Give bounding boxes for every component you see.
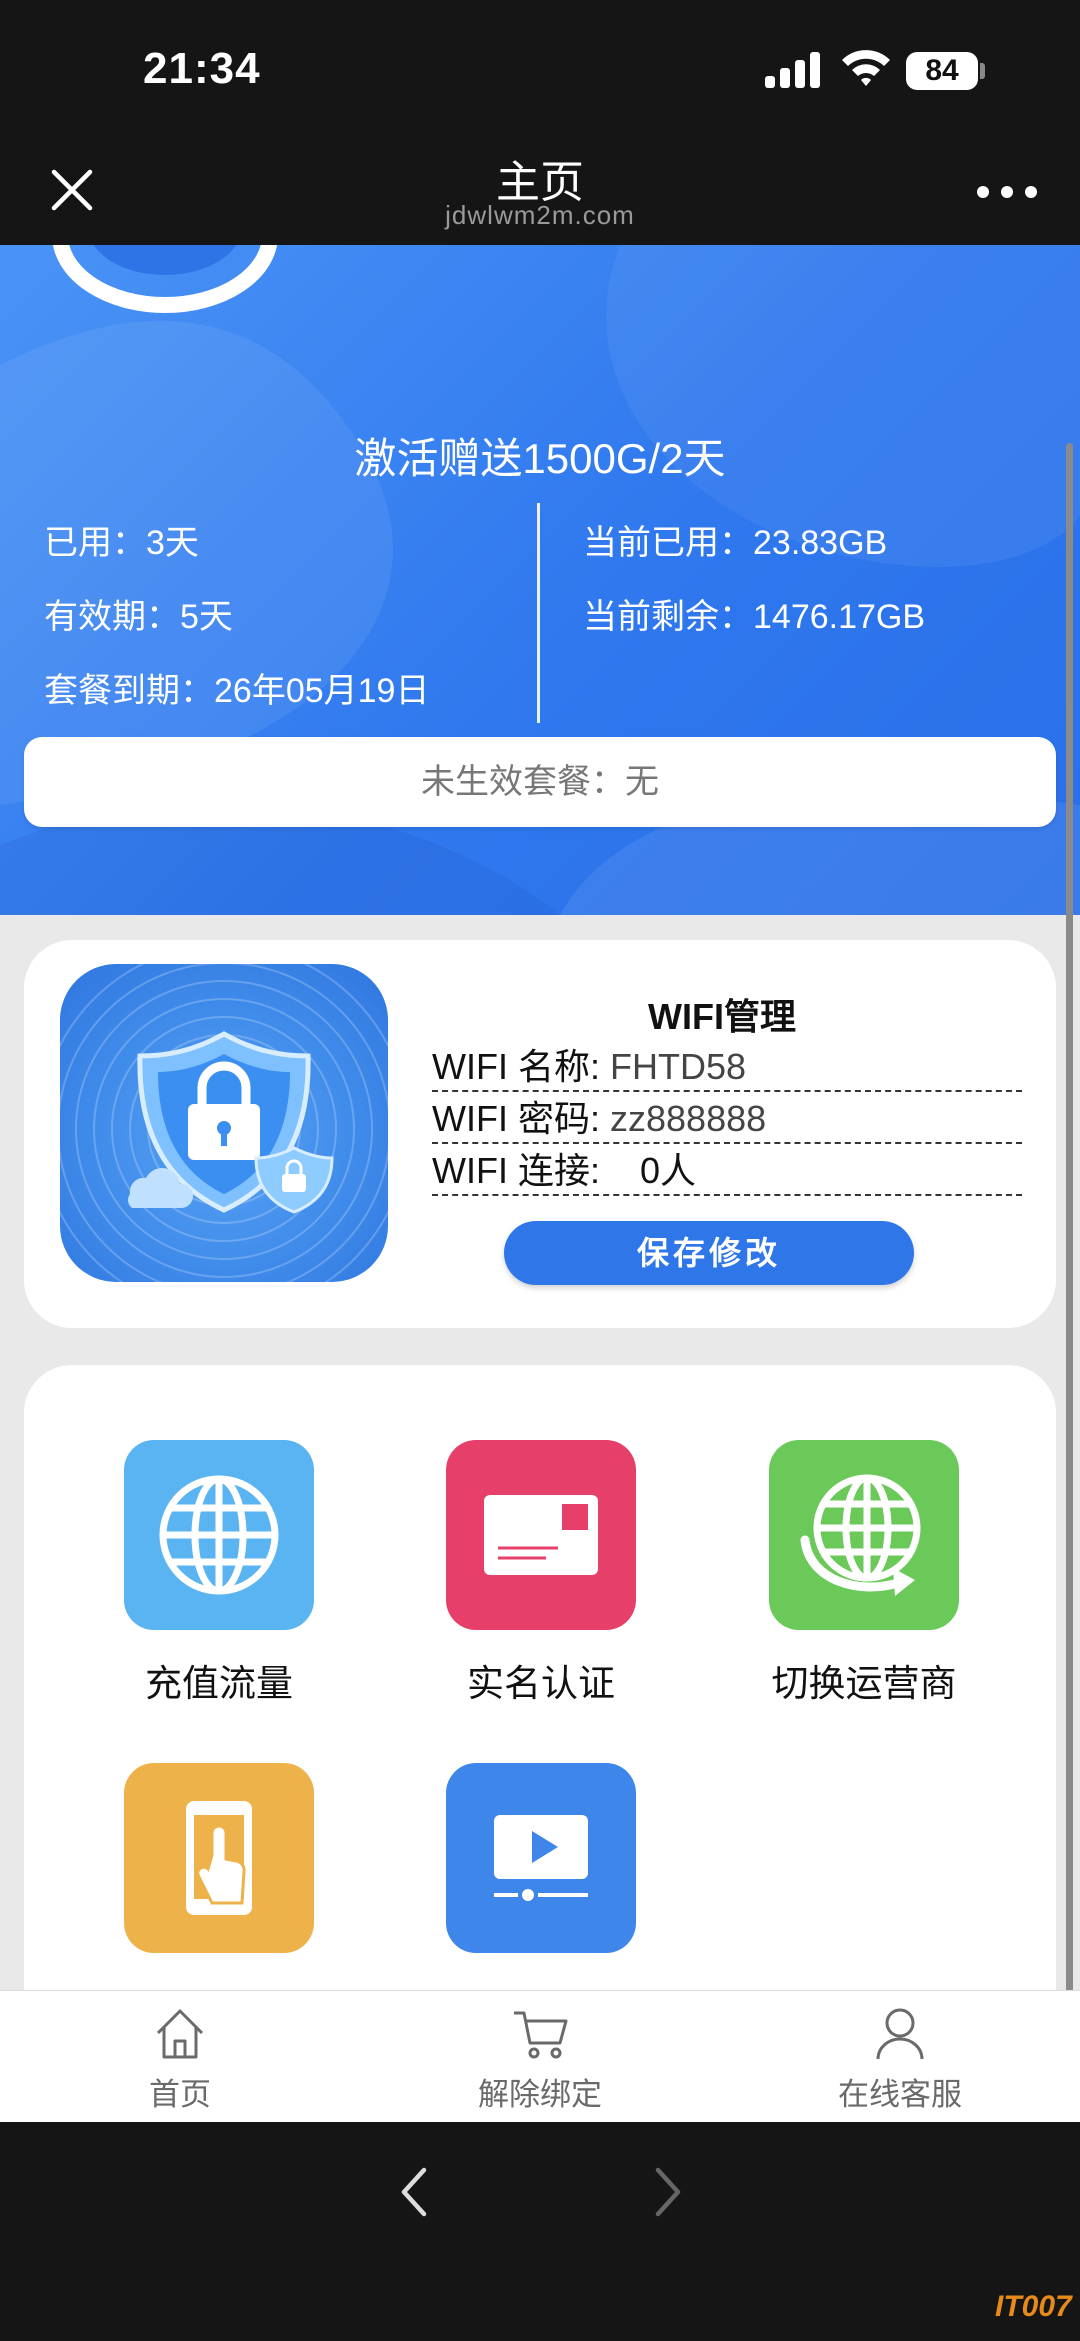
wifi-name-label: WIFI 名称: xyxy=(432,1046,600,1087)
phone-touch-icon[interactable] xyxy=(124,1763,314,1953)
status-bar: 21:34 84 xyxy=(0,0,1080,132)
tab-home[interactable]: 首页 xyxy=(80,1991,280,2123)
id-card-icon[interactable] xyxy=(446,1440,636,1630)
navigation-bar: 主页 jdwlwm2m.com xyxy=(0,132,1080,245)
recharge-data-label: 充值流量 xyxy=(145,1663,293,1704)
wifi-password-value[interactable]: zz888888 xyxy=(610,1098,766,1139)
current-used: 当前已用：23.83GB xyxy=(583,524,888,562)
plan-title: 激活赠送1500G/2天 xyxy=(354,435,726,482)
battery-indicator: 84 xyxy=(906,52,978,90)
current-remaining: 当前剩余：1476.17GB xyxy=(583,598,926,636)
tab-unbind[interactable]: 解除绑定 xyxy=(440,1991,640,2123)
wifi-connections-label: WIFI 连接: xyxy=(432,1150,600,1191)
globe-icon[interactable] xyxy=(124,1440,314,1630)
wifi-name-row[interactable]: WIFI 名称: FHTD58 xyxy=(432,1040,1022,1092)
plan-summary-banner: 激活赠送1500G/2天 已用：3天 有效期：5天 套餐到期：26年05月19日… xyxy=(0,245,1080,915)
screen: 21:34 84 主页 jdwlwm2m.com 激活赠送1500G/2天 已用… xyxy=(0,0,1080,2341)
real-name-auth-label: 实名认证 xyxy=(467,1663,615,1704)
watermark-logo: IT007 xyxy=(995,2290,1072,2323)
status-time: 21:34 xyxy=(143,44,261,93)
bottom-tab-bar: 首页 解除绑定 在线客服 xyxy=(0,1990,1080,2122)
wifi-icon xyxy=(842,50,890,86)
stats-divider xyxy=(537,503,540,723)
function-grid-card: 充值流量 实名认证 切换运营商 xyxy=(24,1365,1056,1990)
scrollbar[interactable] xyxy=(1066,443,1073,1990)
tab-home-label: 首页 xyxy=(149,2077,211,2112)
wifi-connections-row: WIFI 连接: 0人 xyxy=(432,1144,1022,1196)
globe-switch-icon[interactable] xyxy=(769,1440,959,1630)
tab-unbind-label: 解除绑定 xyxy=(478,2077,602,2112)
cellular-signal-icon xyxy=(765,52,820,88)
save-changes-button[interactable]: 保存修改 xyxy=(504,1221,914,1285)
validity-period: 有效期：5天 xyxy=(44,598,233,636)
tab-support[interactable]: 在线客服 xyxy=(800,1991,1000,2123)
battery-tip xyxy=(980,63,985,79)
page-url: jdwlwm2m.com xyxy=(445,200,635,230)
home-icon xyxy=(156,2009,204,2059)
wifi-management-card: WIFI管理 WIFI 名称: FHTD58 WIFI 密码: zz888888… xyxy=(24,940,1056,1328)
tab-support-label: 在线客服 xyxy=(838,2077,962,2112)
page-content: 激活赠送1500G/2天 已用：3天 有效期：5天 套餐到期：26年05月19日… xyxy=(0,245,1080,1990)
wifi-connections-value: 0人 xyxy=(640,1150,697,1191)
plan-expiry: 套餐到期：26年05月19日 xyxy=(44,672,430,710)
switch-carrier-label: 切换运营商 xyxy=(771,1663,957,1704)
back-arrow-icon[interactable] xyxy=(398,2166,430,2218)
security-shield-icon xyxy=(60,964,388,1282)
wifi-name-value[interactable]: FHTD58 xyxy=(610,1046,746,1087)
video-icon[interactable] xyxy=(446,1763,636,1953)
pending-plan-bar[interactable]: 未生效套餐：无 xyxy=(24,737,1056,827)
used-days: 已用：3天 xyxy=(44,524,199,562)
more-icon[interactable] xyxy=(975,182,1039,202)
wifi-password-row[interactable]: WIFI 密码: zz888888 xyxy=(432,1092,1022,1144)
wifi-card-title: WIFI管理 xyxy=(648,996,796,1037)
cart-icon xyxy=(514,2011,568,2059)
wifi-password-label: WIFI 密码: xyxy=(432,1098,600,1139)
user-icon xyxy=(876,2008,924,2060)
forward-arrow-icon[interactable] xyxy=(652,2166,684,2218)
browser-toolbar xyxy=(0,2122,1080,2341)
